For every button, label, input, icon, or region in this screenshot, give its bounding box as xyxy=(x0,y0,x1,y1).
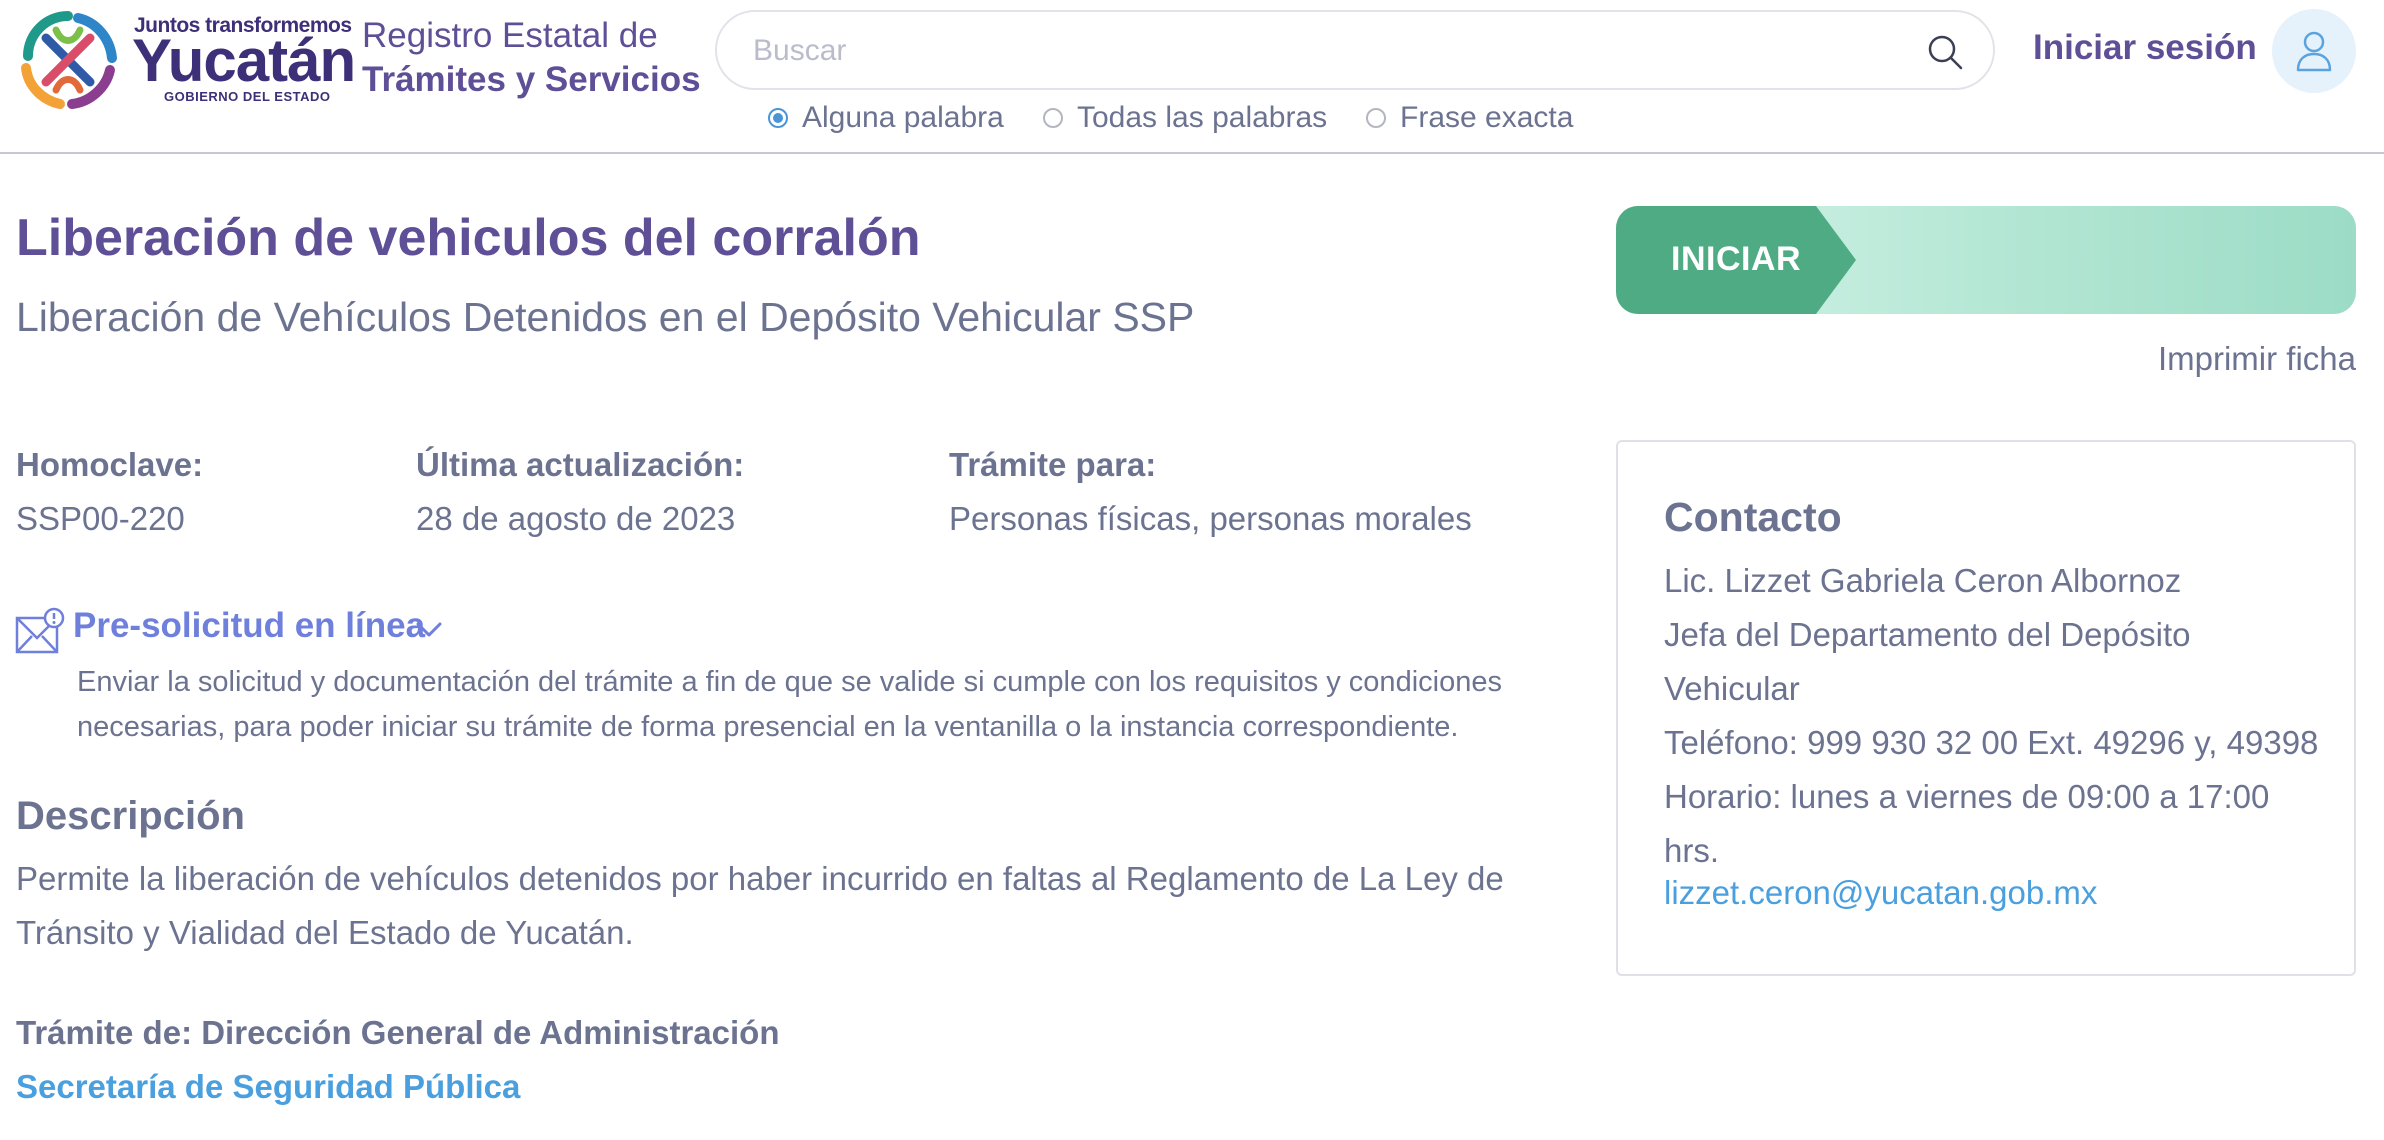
search-option-exact-phrase[interactable]: Frase exacta xyxy=(1366,98,1573,138)
contact-email-link[interactable]: lizzet.ceron@yucatan.gob.mx xyxy=(1664,874,2097,912)
avatar-button[interactable] xyxy=(2272,9,2356,93)
tramite-de-label: Trámite de: Dirección General de Adminis… xyxy=(16,1014,780,1051)
last-update-label: Última actualización: xyxy=(416,446,745,483)
description-body: Permite la liberación de vehículos deten… xyxy=(16,860,1504,951)
page-subtitle: Liberación de Vehículos Detenidos en el … xyxy=(16,294,1195,340)
search-icon[interactable] xyxy=(1925,32,1965,72)
tramite-para-value: Personas físicas, personas morales xyxy=(949,500,1472,537)
page-title: Liberación de vehiculos del corralón xyxy=(16,209,921,267)
contact-schedule: Horario: lunes a viernes de 09:00 a 17:0… xyxy=(1664,778,2270,869)
contact-card: Contacto Lic. Lizzet Gabriela Ceron Albo… xyxy=(1616,440,2356,976)
search-option-any-word[interactable]: Alguna palabra xyxy=(768,98,1004,138)
contact-phone: Teléfono: 999 930 32 00 Ext. 49296 y, 49… xyxy=(1664,724,2319,761)
radio-icon[interactable] xyxy=(1043,108,1063,128)
page: Juntos transformemos Yucatán GOBIERNO DE… xyxy=(0,0,2384,1140)
radio-selected-icon[interactable] xyxy=(768,108,788,128)
search-option-label: Alguna palabra xyxy=(802,101,1004,134)
contact-name: Lic. Lizzet Gabriela Ceron Albornoz xyxy=(1664,562,2182,599)
yucatan-logo-icon[interactable] xyxy=(16,8,120,112)
brand-name: Yucatán xyxy=(132,27,356,94)
search-box xyxy=(715,10,1995,90)
last-update-value: 28 de agosto de 2023 xyxy=(416,500,736,537)
search-option-label: Frase exacta xyxy=(1400,101,1574,134)
description-heading: Descripción xyxy=(16,794,245,838)
search-option-all-words[interactable]: Todas las palabras xyxy=(1043,98,1327,138)
search-input[interactable] xyxy=(753,32,1873,70)
start-button-label: INICIAR xyxy=(1671,240,1802,278)
user-icon xyxy=(2296,31,2332,72)
search-option-label: Todas las palabras xyxy=(1077,101,1328,134)
contact-heading: Contacto xyxy=(1664,494,1842,540)
print-link[interactable]: Imprimir ficha xyxy=(2100,340,2356,378)
homoclave-label: Homoclave: xyxy=(16,446,204,483)
pre-solicitud-description: Enviar la solicitud y documentación del … xyxy=(77,666,1502,743)
start-button[interactable]: INICIAR xyxy=(1616,206,2356,314)
homoclave-value: SSP00-220 xyxy=(16,500,185,537)
site-header: Juntos transformemos Yucatán GOBIERNO DE… xyxy=(0,0,2384,154)
tramite-para-label: Trámite para: xyxy=(949,446,1157,483)
registry-title-line2[interactable]: Trámites y Servicios xyxy=(362,60,701,100)
chevron-down-icon[interactable] xyxy=(414,618,444,642)
login-link[interactable]: Iniciar sesión xyxy=(2033,28,2257,68)
brand-subtitle: GOBIERNO DEL ESTADO xyxy=(164,89,331,104)
pre-solicitud-toggle[interactable]: Pre-solicitud en línea xyxy=(73,606,425,646)
contact-position: Jefa del Departamento del Depósito Vehic… xyxy=(1664,616,2191,707)
registry-title-line1[interactable]: Registro Estatal de xyxy=(362,16,658,56)
envelope-alert-icon xyxy=(15,607,65,654)
dependency-link[interactable]: Secretaría de Seguridad Pública xyxy=(16,1068,520,1106)
radio-icon[interactable] xyxy=(1366,108,1386,128)
